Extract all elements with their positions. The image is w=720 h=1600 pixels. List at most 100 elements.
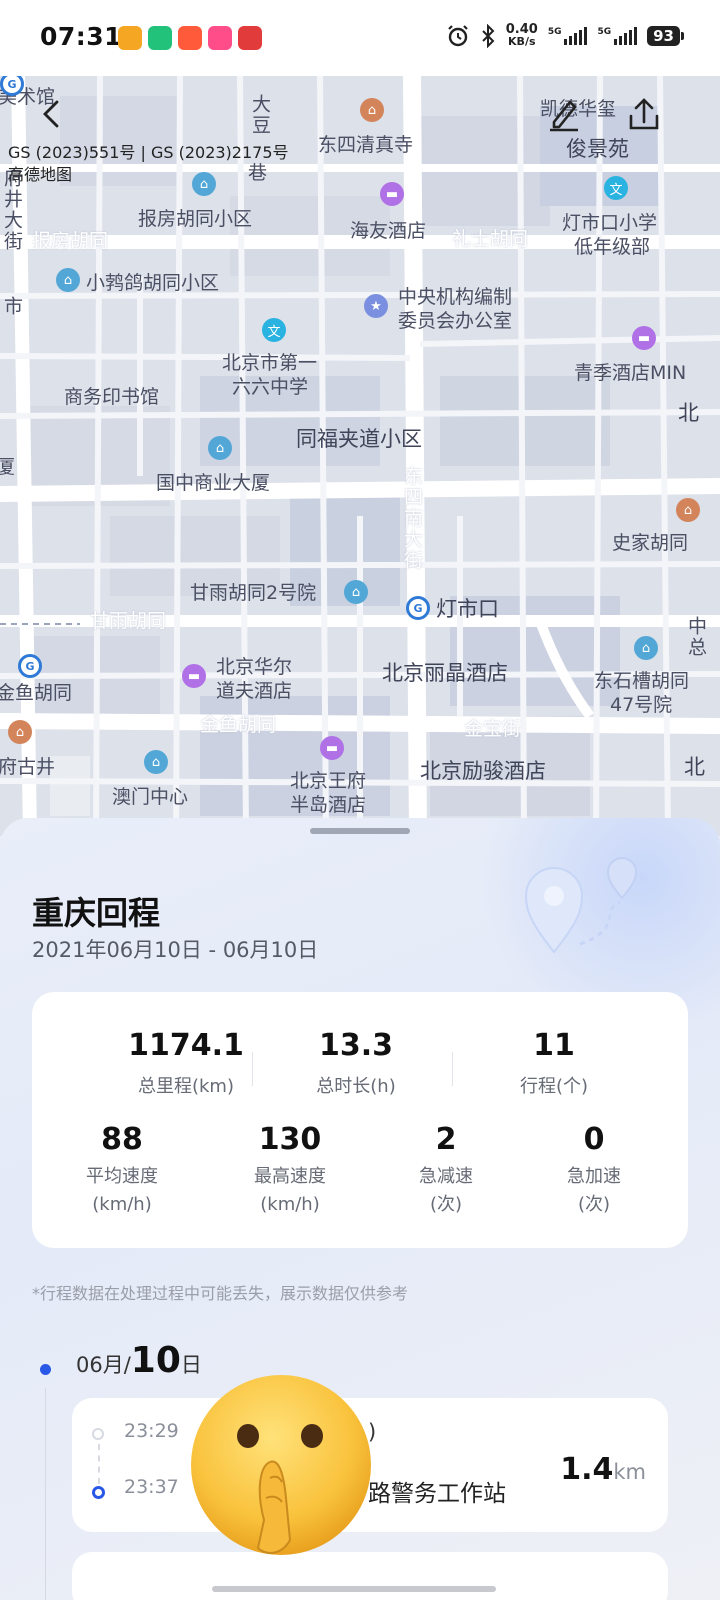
school-poi-icon[interactable]: 文 (604, 176, 628, 200)
map-label: 委员会办公室 (398, 310, 513, 332)
notification-icons (118, 26, 262, 50)
map-label: 甘雨胡同2号院 (190, 582, 317, 604)
stat-max-speed: 130 最高速度 (km/h) (254, 1122, 326, 1215)
map-label: 东四南大街 (401, 466, 423, 571)
app-notification-icon (208, 26, 232, 50)
map-label: 北京丽晶酒店 (382, 661, 508, 685)
map-label: 中总 (685, 616, 707, 658)
metro-station-icon[interactable]: G (406, 596, 430, 620)
government-poi-icon[interactable]: ★ (364, 294, 388, 318)
app-notification-icon (118, 26, 142, 50)
signal-bars-icon (564, 27, 588, 45)
drag-handle[interactable] (310, 828, 410, 834)
map-label: 金宝街 (464, 718, 522, 740)
timeline-line (45, 1388, 46, 1600)
hotel-poi-icon[interactable]: ▬ (320, 736, 344, 760)
map-label: 报房胡同 (32, 230, 109, 252)
map-label: 澳门中心 (112, 786, 189, 808)
map-label: 俊景苑 (566, 137, 629, 161)
app-notification-icon (148, 26, 172, 50)
stat-trip-count: 11 行程(个) (519, 1028, 589, 1097)
map-label: 灯市口 (436, 597, 499, 621)
network-speed: 0.40 KB/s (505, 22, 538, 48)
segment-end-time: 23:37 (124, 1476, 179, 1498)
end-point-dot (92, 1486, 105, 1499)
map-label: 北京王府 (290, 770, 367, 792)
residential-poi-icon[interactable]: ⌂ (56, 268, 80, 292)
status-right: 0.40 KB/s 5G 5G 93 (446, 22, 684, 48)
divider (452, 1052, 453, 1086)
map-label: 海友酒店 (350, 220, 427, 242)
map-label: 北 (684, 755, 705, 779)
residential-poi-icon[interactable]: ⌂ (208, 436, 232, 460)
upload-share-icon (629, 98, 659, 130)
app-notification-icon (238, 26, 262, 50)
data-disclaimer: *行程数据在处理过程中可能丢失，展示数据仅供参考 (32, 1284, 409, 1303)
trip-title: 重庆回程 (32, 894, 161, 932)
back-button[interactable] (28, 90, 76, 138)
edit-button[interactable] (540, 90, 588, 138)
app-notification-icon (178, 26, 202, 50)
home-indicator[interactable] (212, 1586, 496, 1592)
start-point-dot (92, 1428, 104, 1440)
hotel-poi-icon[interactable]: ▬ (380, 182, 404, 206)
stat-hard-acceleration: 0 急加速 (次) (567, 1122, 621, 1215)
landmark-poi-icon[interactable]: ⌂ (8, 720, 32, 744)
map-copyright: GS (2023)551号 | GS (2023)2175号 高德地图 (8, 143, 289, 184)
signal-bars-icon (614, 27, 638, 45)
map-label: 东石槽胡同 (594, 670, 690, 692)
metro-station-icon[interactable]: G (18, 654, 42, 678)
map-label: 北京华尔 (216, 656, 293, 678)
map-label: 市 (1, 296, 23, 317)
stat-total-duration: 13.3 总时长(h) (316, 1028, 396, 1097)
segment-start-time: 23:29 (124, 1420, 179, 1442)
map-label: 灯市口小学 (562, 212, 658, 234)
residential-poi-icon[interactable]: ⌂ (634, 636, 658, 660)
trip-stats-card: 1174.1 总里程(km) 13.3 总时长(h) 11 行程(个) 88 平… (32, 992, 688, 1248)
map-label: 北 (678, 401, 699, 425)
map-label: 青季酒店MIN (574, 362, 687, 384)
map-label: 礼士胡同 (452, 228, 529, 250)
map-label: 商务印书馆 (64, 386, 160, 408)
status-bar: 07:31 0.40 KB/s 5G 5G 93 (0, 0, 720, 76)
chevron-left-icon (43, 100, 59, 128)
share-button[interactable] (620, 90, 668, 138)
location-pin-illustration-icon (524, 857, 638, 954)
map-label: 同福夹道小区 (296, 427, 422, 451)
map-label: 北京励骏酒店 (420, 759, 546, 783)
segment-distance: 1.4km (560, 1452, 646, 1487)
map-label: 国中商业大厦 (156, 472, 271, 494)
map-label: 厦 (0, 456, 16, 478)
map-label: 甘雨胡同 (90, 610, 167, 632)
alarm-icon (447, 25, 468, 47)
residential-poi-icon[interactable]: ⌂ (344, 580, 368, 604)
map-label: 金鱼胡同 (200, 714, 277, 736)
map-label: 半岛酒店 (290, 794, 367, 816)
map-label: 府古井 (0, 756, 56, 778)
residential-poi-icon[interactable]: ⌂ (144, 750, 168, 774)
map-label: 大豆 (249, 94, 271, 136)
segment-connector (98, 1444, 100, 1484)
landmark-poi-icon[interactable]: ⌂ (676, 498, 700, 522)
signal-1: 5G (548, 27, 588, 45)
mosque-poi-icon[interactable]: ⌂ (360, 98, 384, 122)
stat-hard-braking: 2 急减速 (次) (419, 1122, 473, 1215)
clock: 07:31 (40, 22, 123, 51)
hotel-poi-icon[interactable]: ▬ (182, 664, 206, 688)
map-view[interactable]: 美术馆 大豆 巷 东四清真寺 凯德华玺 俊景苑 报房胡同小区 海友酒店 礼士胡同… (0, 76, 720, 836)
trip-date-range: 2021年06月10日 - 06月10日 (32, 938, 319, 962)
map-label: 中央机构编制 (398, 286, 513, 308)
hotel-poi-icon[interactable]: ▬ (632, 326, 656, 350)
map-label: 北京市第一 (222, 352, 318, 374)
map-label: 史家胡同 (612, 532, 689, 554)
timeline-day-header: 06月/10日 (76, 1340, 202, 1381)
map-label: 金鱼胡同 (0, 682, 73, 704)
map-label: 道夫酒店 (216, 680, 293, 702)
map-label: 小鹁鸽胡同小区 (86, 272, 220, 294)
timeline-day-dot (40, 1364, 51, 1375)
map-label: 六六中学 (232, 376, 309, 398)
map-label: 东四清真寺 (318, 134, 414, 156)
school-poi-icon[interactable]: 文 (262, 318, 286, 342)
segment-end-place: 路警务工作站 (368, 1481, 506, 1507)
divider (252, 1052, 253, 1086)
